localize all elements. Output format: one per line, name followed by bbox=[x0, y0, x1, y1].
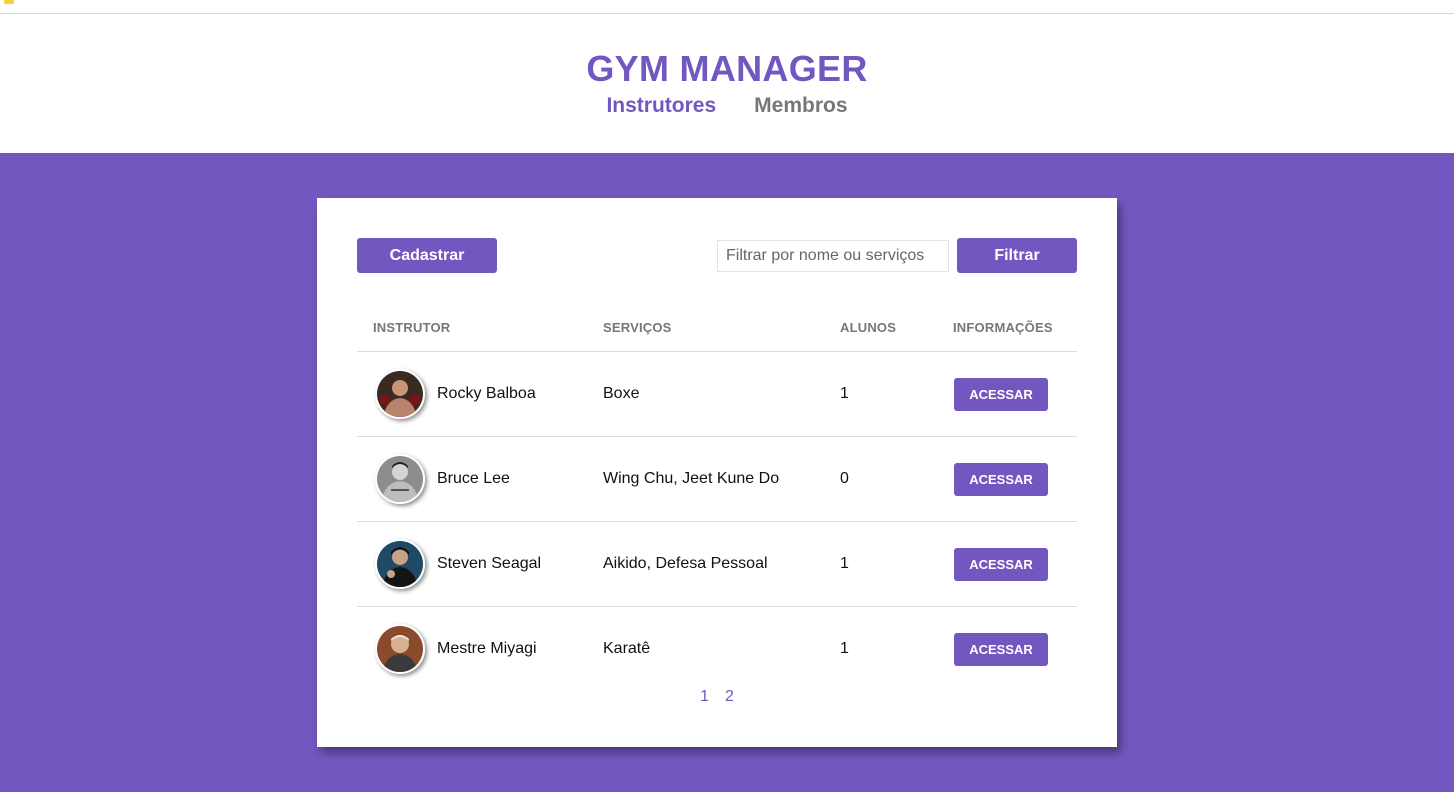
access-button[interactable]: ACESSAR bbox=[954, 633, 1048, 666]
site-header: GYM MANAGER Instrutores Membros bbox=[0, 14, 1454, 153]
instructor-students: 1 bbox=[840, 555, 849, 572]
table-row: Mestre Miyagi Karatê 1 ACESSAR bbox=[357, 607, 1077, 692]
table-header: INSTRUTOR SERVIÇOS ALUNOS INFORMAÇÕES bbox=[357, 310, 1077, 352]
instructor-name: Bruce Lee bbox=[437, 470, 510, 487]
bookmark-marker bbox=[4, 0, 14, 4]
instructor-students: 0 bbox=[840, 470, 849, 487]
mestre-miyagi-avatar bbox=[375, 624, 425, 674]
pagination: 1 2 bbox=[317, 688, 1117, 706]
filter-button[interactable]: Filtrar bbox=[957, 238, 1077, 273]
instructors-card: Cadastrar Filtrar INSTRUTOR SERVIÇOS ALU… bbox=[317, 198, 1117, 747]
column-header-alunos: ALUNOS bbox=[840, 320, 897, 335]
page-link-1[interactable]: 1 bbox=[700, 688, 709, 706]
brand-title: GYM MANAGER bbox=[586, 48, 868, 89]
instructor-services: Boxe bbox=[603, 385, 640, 402]
table-row: Bruce Lee Wing Chu, Jeet Kune Do 0 ACESS… bbox=[357, 437, 1077, 522]
instructor-services: Karatê bbox=[603, 640, 651, 657]
table-row: Rocky Balboa Boxe 1 ACESSAR bbox=[357, 352, 1077, 437]
browser-top-strip bbox=[0, 0, 1454, 14]
instructor-services: Wing Chu, Jeet Kune Do bbox=[603, 470, 780, 487]
column-header-instrutor: INSTRUTOR bbox=[373, 320, 451, 335]
table-row: Steven Seagal Aikido, Defesa Pessoal 1 A… bbox=[357, 522, 1077, 607]
access-button[interactable]: ACESSAR bbox=[954, 378, 1048, 411]
page-link-2[interactable]: 2 bbox=[725, 688, 734, 706]
nav-link-instrutores[interactable]: Instrutores bbox=[606, 94, 716, 118]
access-button[interactable]: ACESSAR bbox=[954, 463, 1048, 496]
access-button[interactable]: ACESSAR bbox=[954, 548, 1048, 581]
instructor-name: Rocky Balboa bbox=[437, 385, 536, 402]
column-header-informacoes: INFORMAÇÕES bbox=[953, 320, 1053, 335]
nav-link-membros[interactable]: Membros bbox=[754, 94, 847, 118]
instructor-name: Mestre Miyagi bbox=[437, 640, 537, 657]
main-nav: Instrutores Membros bbox=[0, 94, 1454, 118]
steven-seagal-avatar bbox=[375, 539, 425, 589]
instructor-name: Steven Seagal bbox=[437, 555, 542, 572]
instructor-students: 1 bbox=[840, 640, 849, 657]
bruce-lee-avatar bbox=[375, 454, 425, 504]
rocky-balboa-avatar bbox=[375, 369, 425, 419]
instructor-services: Aikido, Defesa Pessoal bbox=[603, 555, 768, 572]
column-header-servicos: SERVIÇOS bbox=[603, 320, 672, 335]
cadastrar-button[interactable]: Cadastrar bbox=[357, 238, 497, 273]
search-input[interactable] bbox=[717, 240, 949, 272]
instructor-students: 1 bbox=[840, 385, 849, 402]
